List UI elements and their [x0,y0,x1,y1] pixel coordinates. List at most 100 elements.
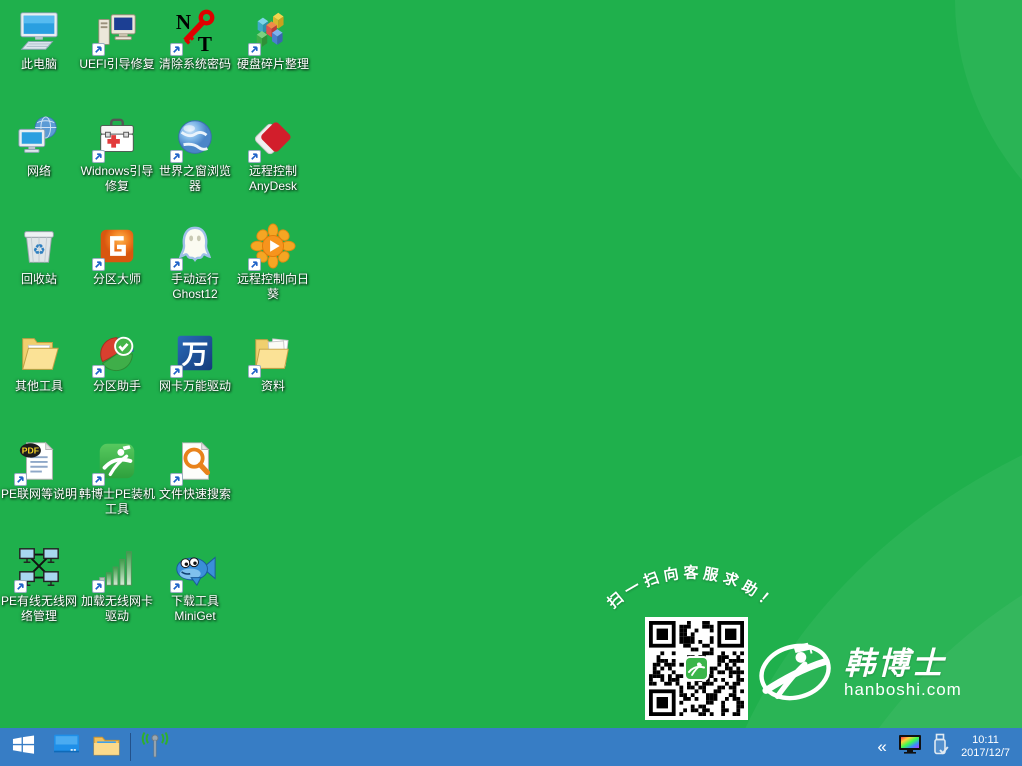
customer-service-qr-code [645,617,748,720]
taskbar-explorer-button[interactable] [86,728,126,766]
svg-text:N: N [176,10,191,34]
brand-name: 韩博士 [844,645,946,681]
desktop-icon-label: 分区助手 [92,379,141,393]
desktop-icon-label: 分区大师 [92,272,141,286]
shortcut-arrow-icon [170,258,183,271]
desktop-icon-label: 此电脑 [20,57,57,71]
desktop-icon-label: 网络 [26,164,51,178]
desktop-icon-anydesk[interactable]: 远程控制AnyDesk [234,115,312,194]
shortcut-arrow-icon [248,150,261,163]
taskbar: « 10:11 2017/12/7 [0,728,1022,766]
taskbar-desktop-button[interactable] [46,728,86,766]
shortcut-arrow-icon [170,580,183,593]
folder-icon [93,733,120,761]
tray-usb-button[interactable] [925,728,955,766]
desktop-icon-label: 加载无线网卡驱动 [80,594,153,623]
desktop-icon-label: PE联网等说明 [0,487,77,501]
hanboshi-pe-icon [92,438,140,486]
desktop-icon-label: 资料 [260,379,285,393]
desktop-icon-label: 清除系统密码 [158,57,231,71]
disk-defrag-icon [248,8,296,56]
desktop-icon-label: 韩博士PE装机工具 [78,487,155,516]
desktop-icon-uefi-repair[interactable]: UEFI引导修复 [78,8,156,72]
taskbar-clock[interactable]: 10:11 2017/12/7 [955,734,1022,760]
desktop-icon-ghost[interactable]: 手动运行Ghost12 [156,223,234,302]
shortcut-arrow-icon [14,473,27,486]
desktop-icon-world-browser[interactable]: 世界之窗浏览器 [156,115,234,194]
system-tray: « 10:11 2017/12/7 [869,728,1022,766]
file-search-icon [170,438,218,486]
scan-text-char: 一 [621,577,644,600]
display-color-icon [898,734,922,760]
partition-assistant-icon [92,330,140,378]
taskbar-network-tool-button[interactable] [135,728,175,766]
desktop-icon-this-pc[interactable]: 此电脑 [0,8,78,72]
wallpaper[interactable]: 此电脑 UEFI引导修复 N T 清除系统密码 硬盘碎片整理 网络 Widnows引导修复 世界… [0,0,1022,766]
svg-text:T: T [198,32,212,54]
shortcut-arrow-icon [170,150,183,163]
clock-date: 2017/12/7 [961,747,1010,759]
taskbar-separator [130,733,131,761]
desktop-icon-label: 远程控制AnyDesk [248,164,298,193]
brand-domain: hanboshi.com [844,679,962,699]
scan-text-char: 客 [683,564,699,582]
desktop-icon-file-search[interactable]: 文件快速搜索 [156,438,234,502]
pe-desktop-screen: 此电脑 UEFI引导修复 N T 清除系统密码 硬盘碎片整理 网络 Widnows引导修复 世界… [0,0,1022,766]
desktop-icon-wan-nic-driver[interactable]: 万网卡万能驱动 [156,330,234,394]
uefi-repair-icon [92,8,140,56]
desktop-icon-label: 世界之窗浏览器 [158,164,231,193]
desktop-icon-label: 手动运行Ghost12 [170,272,219,301]
shortcut-arrow-icon [92,43,105,56]
start-button[interactable] [0,728,46,766]
desktop-icon-hanboshi-pe[interactable]: 韩博士PE装机工具 [78,438,156,517]
folder-docs-icon [248,330,296,378]
desktop-icon-label: UEFI引导修复 [79,57,155,71]
desktop-icon-label: Widnows引导修复 [80,164,154,193]
desktop-icon-sunflower[interactable]: 远程控制向日葵 [234,223,312,302]
brand-logo-block: 韩博士 hanboshi.com [758,634,962,713]
svg-text:PDF: PDF [22,445,39,455]
shortcut-arrow-icon [92,473,105,486]
shortcut-arrow-icon [170,473,183,486]
desktop-icon-wifi-driver[interactable]: 加载无线网卡驱动 [78,545,156,624]
svg-text:万: 万 [182,340,209,370]
desktop-icon-folder-docs[interactable]: 资料 [234,330,312,394]
sunflower-icon [248,223,296,271]
shortcut-arrow-icon [92,580,105,593]
antenna-icon [141,731,169,764]
desktop-icon-folder-open[interactable]: 其他工具 [0,330,78,394]
desktop-icon-miniget-fish[interactable]: 下载工具MiniGet [156,545,234,624]
desktop-icon-network[interactable]: 网络 [0,115,78,179]
desktop-icon-label: 其他工具 [14,379,63,393]
shortcut-arrow-icon [248,43,261,56]
desktop-icon-label: 远程控制向日葵 [236,272,309,301]
shortcut-arrow-icon [92,365,105,378]
desktop-icon-nt-password[interactable]: N T 清除系统密码 [156,8,234,72]
desktop-icon [53,733,80,761]
shortcut-arrow-icon [170,43,183,56]
diskgenius-icon [92,223,140,271]
scan-text-char: 向 [661,565,680,585]
recycle-bin-icon: ♻ [16,223,62,269]
nt-password-icon: NT [170,8,218,56]
scan-text-char: ！ [754,589,778,612]
desktop-icon-diskgenius[interactable]: 分区大师 [78,223,156,287]
desktop-icon-disk-defrag[interactable]: 硬盘碎片整理 [234,8,312,72]
pdf-doc-icon: PDF [14,438,62,486]
desktop-icon-pdf-doc[interactable]: PDF PE联网等说明 [0,438,78,502]
desktop-icon-partition-assistant[interactable]: 分区助手 [78,330,156,394]
wallpaper-swoosh [955,0,1022,310]
desktop-icon-recycle-bin[interactable]: ♻ 回收站 [0,223,78,287]
desktop-icon-network-manager[interactable]: PE有线无线网络管理 [0,545,78,624]
anydesk-icon [248,115,296,163]
scan-text-char: 扫 [641,569,661,591]
shortcut-arrow-icon [248,365,261,378]
tray-display-button[interactable] [895,728,925,766]
svg-text:♻: ♻ [33,243,46,259]
network-manager-icon [14,545,62,593]
ghost-icon [170,223,218,271]
shortcut-arrow-icon [248,258,261,271]
wan-nic-driver-icon: 万 [170,330,218,378]
desktop-icon-boot-repair-kit[interactable]: Widnows引导修复 [78,115,156,194]
tray-expand-button[interactable]: « [869,737,895,757]
